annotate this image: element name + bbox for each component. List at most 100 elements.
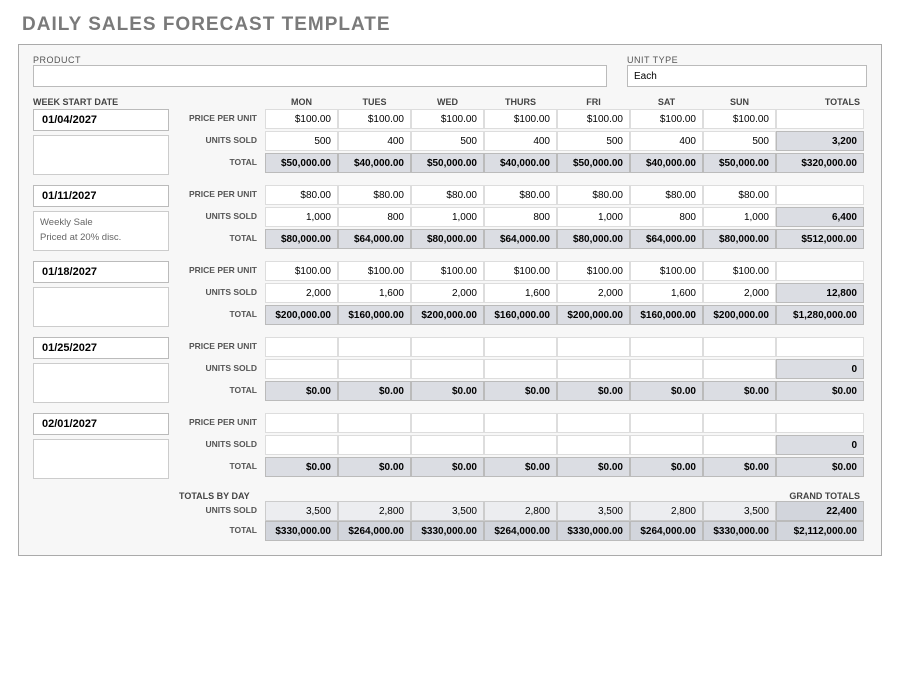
units-cell[interactable]: 1,600 (484, 283, 557, 303)
units-cell[interactable]: 800 (338, 207, 411, 227)
ppu-cell[interactable] (265, 413, 338, 433)
ppu-cell[interactable] (338, 413, 411, 433)
units-cell[interactable] (703, 435, 776, 455)
units-cell[interactable]: 400 (630, 131, 703, 151)
units-cell[interactable] (338, 359, 411, 379)
units-cell[interactable]: 1,000 (411, 207, 484, 227)
ppu-cell[interactable] (338, 337, 411, 357)
page-title: DAILY SALES FORECAST TEMPLATE (0, 0, 900, 44)
ppu-cell[interactable]: $80.00 (411, 185, 484, 205)
units-cell[interactable]: 2,000 (557, 283, 630, 303)
week-notes-input[interactable]: Weekly SalePriced at 20% disc. (33, 211, 169, 251)
ppu-cell[interactable]: $100.00 (484, 261, 557, 281)
units-cell[interactable]: 2,000 (411, 283, 484, 303)
units-cell[interactable] (557, 359, 630, 379)
ppu-cell[interactable] (265, 337, 338, 357)
total-cell: $0.00 (338, 381, 411, 401)
units-cell[interactable] (484, 435, 557, 455)
units-cell[interactable] (411, 435, 484, 455)
week-date-input[interactable]: 01/04/2027 (33, 109, 169, 131)
ppu-cell[interactable]: $100.00 (484, 109, 557, 129)
ppu-cell[interactable] (411, 413, 484, 433)
week-notes-input[interactable] (33, 363, 169, 403)
ppu-cell[interactable] (630, 337, 703, 357)
units-cell[interactable] (338, 435, 411, 455)
units-cell[interactable] (484, 359, 557, 379)
units-cell[interactable]: 800 (484, 207, 557, 227)
units-cell[interactable]: 500 (411, 131, 484, 151)
ppu-cell[interactable]: $100.00 (411, 261, 484, 281)
week-date-input[interactable]: 01/18/2027 (33, 261, 169, 283)
units-cell[interactable]: 500 (265, 131, 338, 151)
ppu-cell[interactable]: $100.00 (411, 109, 484, 129)
grand-total-mon: $330,000.00 (265, 521, 338, 541)
week-date-input[interactable]: 02/01/2027 (33, 413, 169, 435)
units-cell[interactable] (557, 435, 630, 455)
ppu-cell[interactable]: $100.00 (557, 261, 630, 281)
units-cell[interactable]: 1,600 (338, 283, 411, 303)
ppu-row-label: PRICE PER UNIT (179, 109, 265, 131)
total-cell: $50,000.00 (557, 153, 630, 173)
units-cell[interactable] (630, 435, 703, 455)
units-cell[interactable] (265, 435, 338, 455)
week-left-block: 01/25/2027 (33, 337, 179, 403)
units-week-total: 0 (776, 435, 864, 455)
ppu-cell[interactable]: $80.00 (557, 185, 630, 205)
week-notes-input[interactable] (33, 439, 169, 479)
ppu-cell[interactable]: $100.00 (338, 261, 411, 281)
units-row-label: UNITS SOLD (179, 283, 265, 305)
ppu-cell[interactable] (411, 337, 484, 357)
ppu-cell[interactable] (703, 413, 776, 433)
units-cell[interactable] (630, 359, 703, 379)
units-cell[interactable]: 1,600 (630, 283, 703, 303)
units-cell[interactable]: 800 (630, 207, 703, 227)
units-cell[interactable] (265, 359, 338, 379)
units-cell[interactable]: 1,000 (557, 207, 630, 227)
units-cell[interactable] (703, 359, 776, 379)
ppu-cell[interactable]: $100.00 (557, 109, 630, 129)
ppu-cell[interactable]: $80.00 (265, 185, 338, 205)
units-cell[interactable]: 500 (703, 131, 776, 151)
units-cell[interactable]: 500 (557, 131, 630, 151)
units-row-label: UNITS SOLD (179, 131, 265, 153)
ppu-cell[interactable]: $80.00 (484, 185, 557, 205)
total-cell: $200,000.00 (265, 305, 338, 325)
ppu-cell[interactable]: $100.00 (630, 109, 703, 129)
grand-units-sat: 2,800 (630, 501, 703, 521)
week-left-block: 01/18/2027 (33, 261, 179, 327)
week-notes-input[interactable] (33, 135, 169, 175)
ppu-cell[interactable] (703, 337, 776, 357)
units-cell[interactable]: 2,000 (703, 283, 776, 303)
ppu-cell[interactable]: $100.00 (265, 261, 338, 281)
header-sat: SAT (630, 97, 703, 107)
product-label: PRODUCT (33, 55, 607, 65)
column-headers: WEEK START DATE MON TUES WED THURS FRI S… (33, 97, 867, 107)
units-cell[interactable]: 2,000 (265, 283, 338, 303)
ppu-cell[interactable]: $80.00 (703, 185, 776, 205)
week-grand-total: $0.00 (776, 381, 864, 401)
ppu-cell[interactable]: $100.00 (703, 261, 776, 281)
unit-type-input[interactable] (627, 65, 867, 87)
week-date-input[interactable]: 01/25/2027 (33, 337, 169, 359)
ppu-cell[interactable]: $100.00 (703, 109, 776, 129)
ppu-cell[interactable]: $100.00 (630, 261, 703, 281)
units-cell[interactable]: 1,000 (265, 207, 338, 227)
ppu-cell[interactable] (557, 337, 630, 357)
ppu-cell[interactable]: $100.00 (338, 109, 411, 129)
ppu-cell[interactable]: $80.00 (338, 185, 411, 205)
ppu-cell[interactable]: $80.00 (630, 185, 703, 205)
product-input[interactable] (33, 65, 607, 87)
ppu-cell[interactable]: $100.00 (265, 109, 338, 129)
ppu-cell[interactable] (557, 413, 630, 433)
units-cell[interactable]: 400 (338, 131, 411, 151)
week-date-input[interactable]: 01/11/2027 (33, 185, 169, 207)
units-cell[interactable]: 400 (484, 131, 557, 151)
ppu-cell[interactable] (484, 337, 557, 357)
week-notes-input[interactable] (33, 287, 169, 327)
units-cell[interactable]: 1,000 (703, 207, 776, 227)
total-cell: $200,000.00 (703, 305, 776, 325)
ppu-cell[interactable] (484, 413, 557, 433)
units-cell[interactable] (411, 359, 484, 379)
ppu-cell[interactable] (630, 413, 703, 433)
week-block: 01/18/2027PRICE PER UNIT$100.00$100.00$1… (33, 261, 867, 327)
